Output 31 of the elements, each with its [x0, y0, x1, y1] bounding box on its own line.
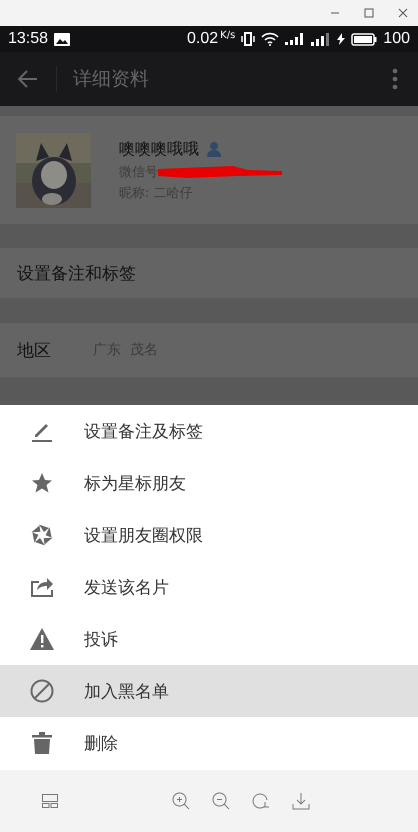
vibrate-icon [241, 32, 256, 46]
speed-unit: K/s [220, 30, 236, 41]
star-icon [30, 472, 54, 494]
zoom-out-icon[interactable] [212, 792, 230, 810]
menu-item[interactable]: 加入黑名单 [0, 665, 418, 717]
rotate-icon[interactable] [252, 792, 270, 810]
zoom-in-icon[interactable] [172, 792, 190, 810]
signal-icon [285, 33, 306, 45]
back-icon[interactable] [18, 70, 38, 88]
person-icon [207, 141, 221, 157]
trash-icon [30, 732, 54, 754]
share-icon [30, 577, 54, 597]
charging-icon [337, 33, 346, 45]
maximize-icon[interactable] [364, 8, 374, 18]
network-speed: 0.02 [187, 30, 218, 48]
download-icon[interactable] [292, 792, 310, 810]
layout-icon[interactable] [42, 794, 58, 808]
aperture-icon [30, 524, 54, 546]
clock: 13:58 [8, 30, 48, 48]
wifi-icon [261, 32, 280, 46]
region-label: 地区 [17, 340, 51, 362]
close-icon[interactable] [398, 8, 408, 18]
block-icon [30, 679, 54, 703]
signal-icon [311, 32, 332, 46]
warning-icon [30, 628, 54, 650]
image-icon [54, 32, 70, 46]
more-icon[interactable] [392, 68, 398, 90]
battery-level: 100 [383, 30, 410, 48]
page-title: 详细资料 [73, 67, 149, 92]
contact-name: 噢噢噢哦哦 [119, 138, 199, 160]
battery-icon [351, 32, 378, 46]
